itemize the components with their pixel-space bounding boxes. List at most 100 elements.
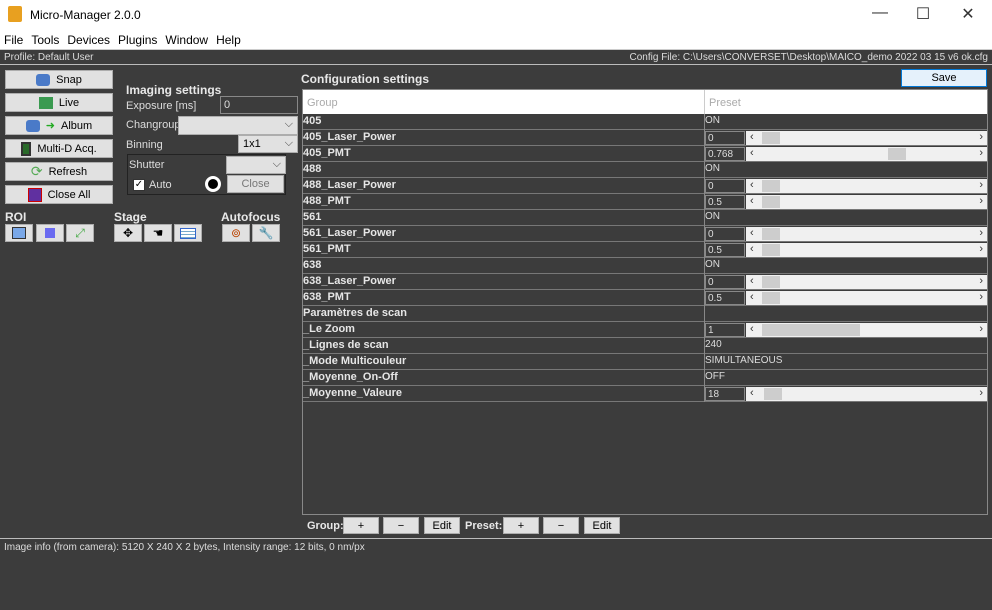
menu-tools[interactable]: Tools xyxy=(27,30,63,47)
chevron-left-icon[interactable]: ‹ xyxy=(750,131,754,143)
preset-value-input[interactable]: 0 xyxy=(705,227,745,241)
preset-value-input[interactable]: 0.768 xyxy=(705,147,745,161)
menu-file[interactable]: File xyxy=(0,30,27,47)
chevron-right-icon[interactable]: › xyxy=(979,275,983,287)
preset-slider[interactable]: ‹ › xyxy=(746,179,987,193)
preset-slider[interactable]: ‹ › xyxy=(746,387,987,401)
chevron-right-icon[interactable]: › xyxy=(979,291,983,303)
preset-slider[interactable]: ‹ › xyxy=(746,147,987,161)
center-roi-button[interactable] xyxy=(36,224,64,242)
preset-slider[interactable]: ‹ › xyxy=(746,243,987,257)
preset-value-input[interactable]: 0 xyxy=(705,131,745,145)
remove-preset-button[interactable]: − xyxy=(543,517,579,534)
maximize-button[interactable]: ☐ xyxy=(908,4,938,24)
table-row[interactable]: _Le Zoom 1 ‹ › xyxy=(303,322,987,338)
menu-plugins[interactable]: Plugins xyxy=(114,30,161,47)
chevron-right-icon[interactable]: › xyxy=(979,323,983,335)
chevron-right-icon[interactable]: › xyxy=(979,195,983,207)
slider-thumb[interactable] xyxy=(762,276,780,288)
remove-group-button[interactable]: − xyxy=(383,517,419,534)
binning-select[interactable]: 1x1 ⌵ xyxy=(238,135,298,153)
stage-drag-button[interactable]: ☚ xyxy=(144,224,172,242)
table-row[interactable]: 561_PMT 0.5 ‹ › xyxy=(303,242,987,258)
table-row[interactable]: _Mode Multicouleur SIMULTANEOUS xyxy=(303,354,987,370)
slider-thumb[interactable] xyxy=(762,196,780,208)
table-row[interactable]: 488 ON xyxy=(303,162,987,178)
preset-value-input[interactable]: 1 xyxy=(705,323,745,337)
minimize-button[interactable]: — xyxy=(865,4,895,22)
chevron-right-icon[interactable]: › xyxy=(979,243,983,255)
edit-preset-button[interactable]: Edit xyxy=(584,517,620,534)
slider-thumb[interactable] xyxy=(762,180,780,192)
slider-thumb[interactable] xyxy=(762,228,780,240)
slider-thumb[interactable] xyxy=(762,244,780,256)
table-row[interactable]: _Lignes de scan 240 xyxy=(303,338,987,354)
preset-value-input[interactable]: 0.5 xyxy=(705,243,745,257)
preset-slider[interactable]: ‹ › xyxy=(746,131,987,145)
menu-help[interactable]: Help xyxy=(212,30,245,47)
table-row[interactable]: 638_PMT 0.5 ‹ › xyxy=(303,290,987,306)
table-row[interactable]: 638 ON xyxy=(303,258,987,274)
chevron-left-icon[interactable]: ‹ xyxy=(750,147,754,159)
table-row[interactable]: 405_PMT 0.768 ‹ › xyxy=(303,146,987,162)
autofocus-button[interactable]: ⊚ xyxy=(222,224,250,242)
preset-value-input[interactable]: 18 xyxy=(705,387,745,401)
table-row[interactable]: 488_Laser_Power 0 ‹ › xyxy=(303,178,987,194)
preset-slider[interactable]: ‹ › xyxy=(746,275,987,289)
preset-slider[interactable]: ‹ › xyxy=(746,195,987,209)
stage-control-button[interactable]: ✥ xyxy=(114,224,142,242)
chevron-left-icon[interactable]: ‹ xyxy=(750,179,754,191)
preset-slider[interactable]: ‹ › xyxy=(746,227,987,241)
shutter-select[interactable]: ⌵ xyxy=(226,156,286,174)
table-row[interactable]: Paramètres de scan xyxy=(303,306,987,322)
menu-window[interactable]: Window xyxy=(161,30,212,47)
preset-value-input[interactable]: 0.5 xyxy=(705,195,745,209)
table-row[interactable]: _Moyenne_Valeure 18 ‹ › xyxy=(303,386,987,402)
album-button[interactable]: ➜ Album xyxy=(5,116,113,135)
save-button[interactable]: Save xyxy=(901,69,987,87)
autofocus-settings-button[interactable]: 🔧 xyxy=(252,224,280,242)
chevron-left-icon[interactable]: ‹ xyxy=(750,323,754,335)
close-window-button[interactable]: ✕ xyxy=(953,4,983,24)
column-header-preset[interactable]: Preset xyxy=(709,97,741,109)
table-row[interactable]: _Moyenne_On-Off OFF xyxy=(303,370,987,386)
menu-devices[interactable]: Devices xyxy=(63,30,114,47)
preset-slider[interactable]: ‹ › xyxy=(746,323,987,337)
table-row[interactable]: 561 ON xyxy=(303,210,987,226)
stage-list-button[interactable] xyxy=(174,224,202,242)
changroup-select[interactable]: ⌵ xyxy=(178,116,298,135)
snap-button[interactable]: Snap xyxy=(5,70,113,89)
chevron-left-icon[interactable]: ‹ xyxy=(750,275,754,287)
add-group-button[interactable]: + xyxy=(343,517,379,534)
chevron-right-icon[interactable]: › xyxy=(979,131,983,143)
edit-group-button[interactable]: Edit xyxy=(424,517,460,534)
preset-value-input[interactable]: 0.5 xyxy=(705,291,745,305)
table-row[interactable]: 488_PMT 0.5 ‹ › xyxy=(303,194,987,210)
shutter-close-button[interactable]: Close xyxy=(227,175,284,193)
table-row[interactable]: 638_Laser_Power 0 ‹ › xyxy=(303,274,987,290)
auto-shutter-checkbox[interactable]: ✓ xyxy=(133,179,145,191)
table-row[interactable]: 561_Laser_Power 0 ‹ › xyxy=(303,226,987,242)
set-roi-button[interactable] xyxy=(5,224,33,242)
table-row[interactable]: 405_Laser_Power 0 ‹ › xyxy=(303,130,987,146)
close-all-button[interactable]: Close All xyxy=(5,185,113,204)
preset-value-input[interactable]: 0 xyxy=(705,275,745,289)
chevron-right-icon[interactable]: › xyxy=(979,147,983,159)
live-button[interactable]: Live xyxy=(5,93,113,112)
chevron-right-icon[interactable]: › xyxy=(979,179,983,191)
full-frame-button[interactable]: ⤢ xyxy=(66,224,94,242)
preset-slider[interactable]: ‹ › xyxy=(746,291,987,305)
chevron-right-icon[interactable]: › xyxy=(979,387,983,399)
chevron-left-icon[interactable]: ‹ xyxy=(750,243,754,255)
chevron-left-icon[interactable]: ‹ xyxy=(750,387,754,399)
chevron-right-icon[interactable]: › xyxy=(979,227,983,239)
column-header-group[interactable]: Group xyxy=(307,97,338,109)
preset-value-input[interactable]: 0 xyxy=(705,179,745,193)
slider-thumb[interactable] xyxy=(762,292,780,304)
table-row[interactable]: 405 ON xyxy=(303,114,987,130)
chevron-left-icon[interactable]: ‹ xyxy=(750,227,754,239)
chevron-left-icon[interactable]: ‹ xyxy=(750,195,754,207)
refresh-button[interactable]: ⟳ Refresh xyxy=(5,162,113,181)
multi-d-acq-button[interactable]: Multi-D Acq. xyxy=(5,139,113,158)
add-preset-button[interactable]: + xyxy=(503,517,539,534)
